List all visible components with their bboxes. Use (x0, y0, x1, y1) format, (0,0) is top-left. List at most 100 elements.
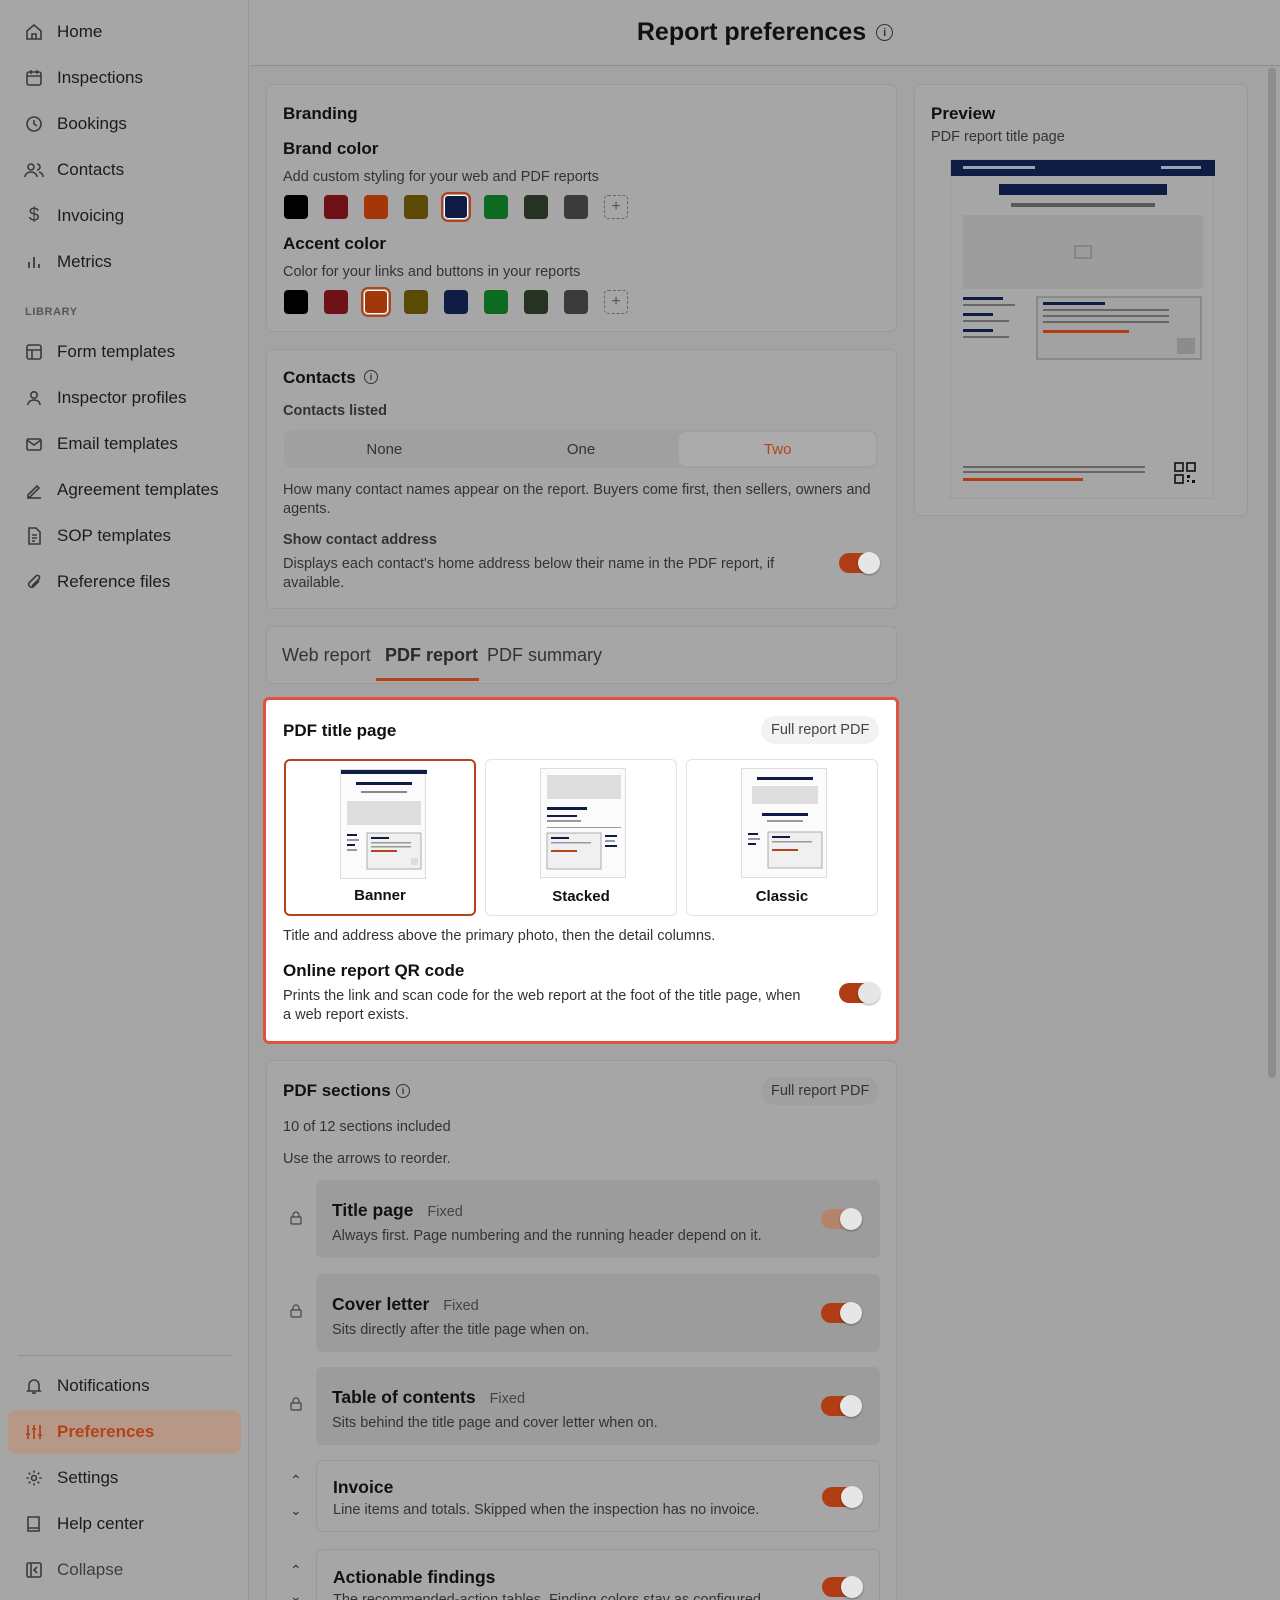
qr-code-toggle[interactable] (839, 982, 880, 1004)
sidebar-item-label: Home (57, 22, 103, 41)
section-toggle[interactable] (821, 1208, 862, 1230)
sidebar-item-label: Agreement templates (57, 480, 219, 499)
segment-none[interactable]: None (286, 432, 483, 466)
brand-color-swatches: + (284, 192, 628, 222)
preview-card: Preview PDF report title page (914, 84, 1248, 516)
sidebar-item-preferences[interactable]: Preferences (8, 1410, 241, 1454)
add-color-button[interactable]: + (604, 290, 628, 314)
tab-pdf-summary[interactable]: PDF summary (487, 645, 602, 666)
banner-thumbnail (340, 769, 427, 879)
page-header: Report preferences i (250, 0, 1280, 66)
color-swatch[interactable] (324, 195, 348, 219)
color-swatch[interactable] (524, 195, 548, 219)
sidebar-item-label: Email templates (57, 434, 178, 453)
qr-code-label: Online report QR code (283, 961, 465, 980)
color-swatch[interactable] (444, 290, 468, 314)
section-toggle[interactable] (821, 1395, 862, 1417)
paperclip-icon (24, 572, 44, 592)
fixed-tag: Fixed (489, 1391, 526, 1407)
sidebar-item-notifications[interactable]: Notifications (8, 1364, 241, 1408)
color-swatch[interactable] (564, 290, 588, 314)
sidebar-item-sop-templates[interactable]: SOP templates (8, 514, 241, 558)
sidebar-item-metrics[interactable]: Metrics (8, 240, 241, 284)
color-swatch[interactable] (404, 195, 428, 219)
lock-icon (290, 1211, 302, 1225)
info-icon[interactable]: i (396, 1084, 410, 1098)
info-icon[interactable]: i (876, 24, 894, 41)
active-tab-indicator (376, 678, 479, 681)
sidebar-item-label: Help center (57, 1514, 144, 1533)
move-up-icon[interactable]: ⌃ (290, 1472, 302, 1489)
contacts-listed-segmented: None One Two (284, 430, 878, 468)
tab-pdf-report[interactable]: PDF report (385, 645, 478, 666)
section-name: Actionable findings (333, 1567, 496, 1587)
sidebar-item-help-center[interactable]: Help center (8, 1502, 241, 1546)
color-swatch[interactable] (564, 195, 588, 219)
color-swatch[interactable] (284, 290, 308, 314)
clock-icon (24, 114, 44, 134)
accent-color-swatches: + (284, 287, 628, 317)
pdf-title-page-title: PDF title page (283, 721, 397, 740)
accent-color-label: Accent color (283, 234, 386, 253)
section-toggle[interactable] (822, 1486, 863, 1508)
sidebar-item-label: Metrics (57, 252, 112, 271)
layout-option-label: Classic (755, 888, 809, 905)
full-report-badge: Full report PDF (761, 1077, 880, 1105)
fixed-tag: Fixed (443, 1298, 479, 1314)
sidebar-item-inspector-profiles[interactable]: Inspector profiles (8, 376, 241, 420)
color-swatch[interactable] (404, 290, 428, 314)
sidebar-item-inspections[interactable]: Inspections (8, 56, 241, 100)
section-toggle[interactable] (821, 1302, 862, 1324)
section-name: Title page Fixed (332, 1200, 463, 1221)
move-down-icon[interactable]: ⌄ (290, 1588, 302, 1600)
lock-icon (290, 1397, 302, 1411)
branding-title: Branding (283, 104, 358, 123)
bell-icon (24, 1376, 44, 1396)
contact-address-hint: Displays each contact's home address bel… (283, 556, 775, 591)
section-name-text: Title page (332, 1200, 414, 1220)
color-swatch[interactable] (524, 290, 548, 314)
tab-web-report[interactable]: Web report (282, 645, 371, 666)
color-swatch[interactable] (484, 195, 508, 219)
qr-code-icon (1174, 462, 1196, 484)
sidebar-item-email-templates[interactable]: Email templates (8, 422, 241, 466)
sidebar-item-bookings[interactable]: Bookings (8, 102, 241, 146)
section-row-table-of-contents: Table of contents Fixed Sits behind the t… (316, 1367, 880, 1445)
layout-option-banner[interactable]: Banner (284, 759, 476, 916)
layout-description: Title and address above the primary phot… (283, 928, 716, 944)
move-up-icon[interactable]: ⌃ (290, 1562, 302, 1579)
contact-address-toggle[interactable] (839, 552, 880, 574)
color-swatch[interactable] (361, 287, 391, 317)
layout-option-classic[interactable]: Classic (686, 759, 878, 916)
move-down-icon[interactable]: ⌄ (290, 1502, 302, 1519)
sidebar-item-invoicing[interactable]: $ Invoicing (8, 194, 241, 238)
sidebar-item-settings[interactable]: Settings (8, 1456, 241, 1500)
add-color-button[interactable]: + (604, 195, 628, 219)
section-toggle[interactable] (822, 1576, 863, 1598)
home-icon (24, 22, 44, 42)
sidebar-item-label: SOP templates (57, 526, 172, 545)
sidebar-item-reference-files[interactable]: Reference files (8, 560, 241, 604)
color-swatch[interactable] (484, 290, 508, 314)
section-name-text: Table of contents (332, 1387, 476, 1407)
color-swatch[interactable] (364, 195, 388, 219)
sidebar-item-agreement-templates[interactable]: Agreement templates (8, 468, 241, 512)
sidebar-item-label: Inspections (57, 68, 143, 87)
section-row-title-page: Title page Fixed Always first. Page numbe… (316, 1180, 880, 1258)
info-icon[interactable]: i (364, 370, 378, 384)
layout-option-stacked[interactable]: Stacked (485, 759, 677, 916)
segment-two[interactable]: Two (679, 432, 877, 466)
color-swatch[interactable] (284, 195, 308, 219)
sidebar-item-label: Settings (57, 1468, 119, 1487)
preview-page (950, 159, 1215, 499)
color-swatch[interactable] (441, 192, 471, 222)
sidebar-item-collapse[interactable]: Collapse (8, 1548, 241, 1592)
library-label: LIBRARY (25, 306, 78, 318)
color-swatch[interactable] (324, 290, 348, 314)
segment-one[interactable]: One (483, 432, 680, 466)
sidebar-item-form-templates[interactable]: Form templates (8, 330, 241, 374)
sidebar-item-contacts[interactable]: Contacts (8, 148, 241, 192)
sidebar-item-home[interactable]: Home (8, 10, 241, 54)
contacts-title: Contacts (283, 368, 356, 387)
main-scrollbar[interactable] (1268, 68, 1276, 1078)
